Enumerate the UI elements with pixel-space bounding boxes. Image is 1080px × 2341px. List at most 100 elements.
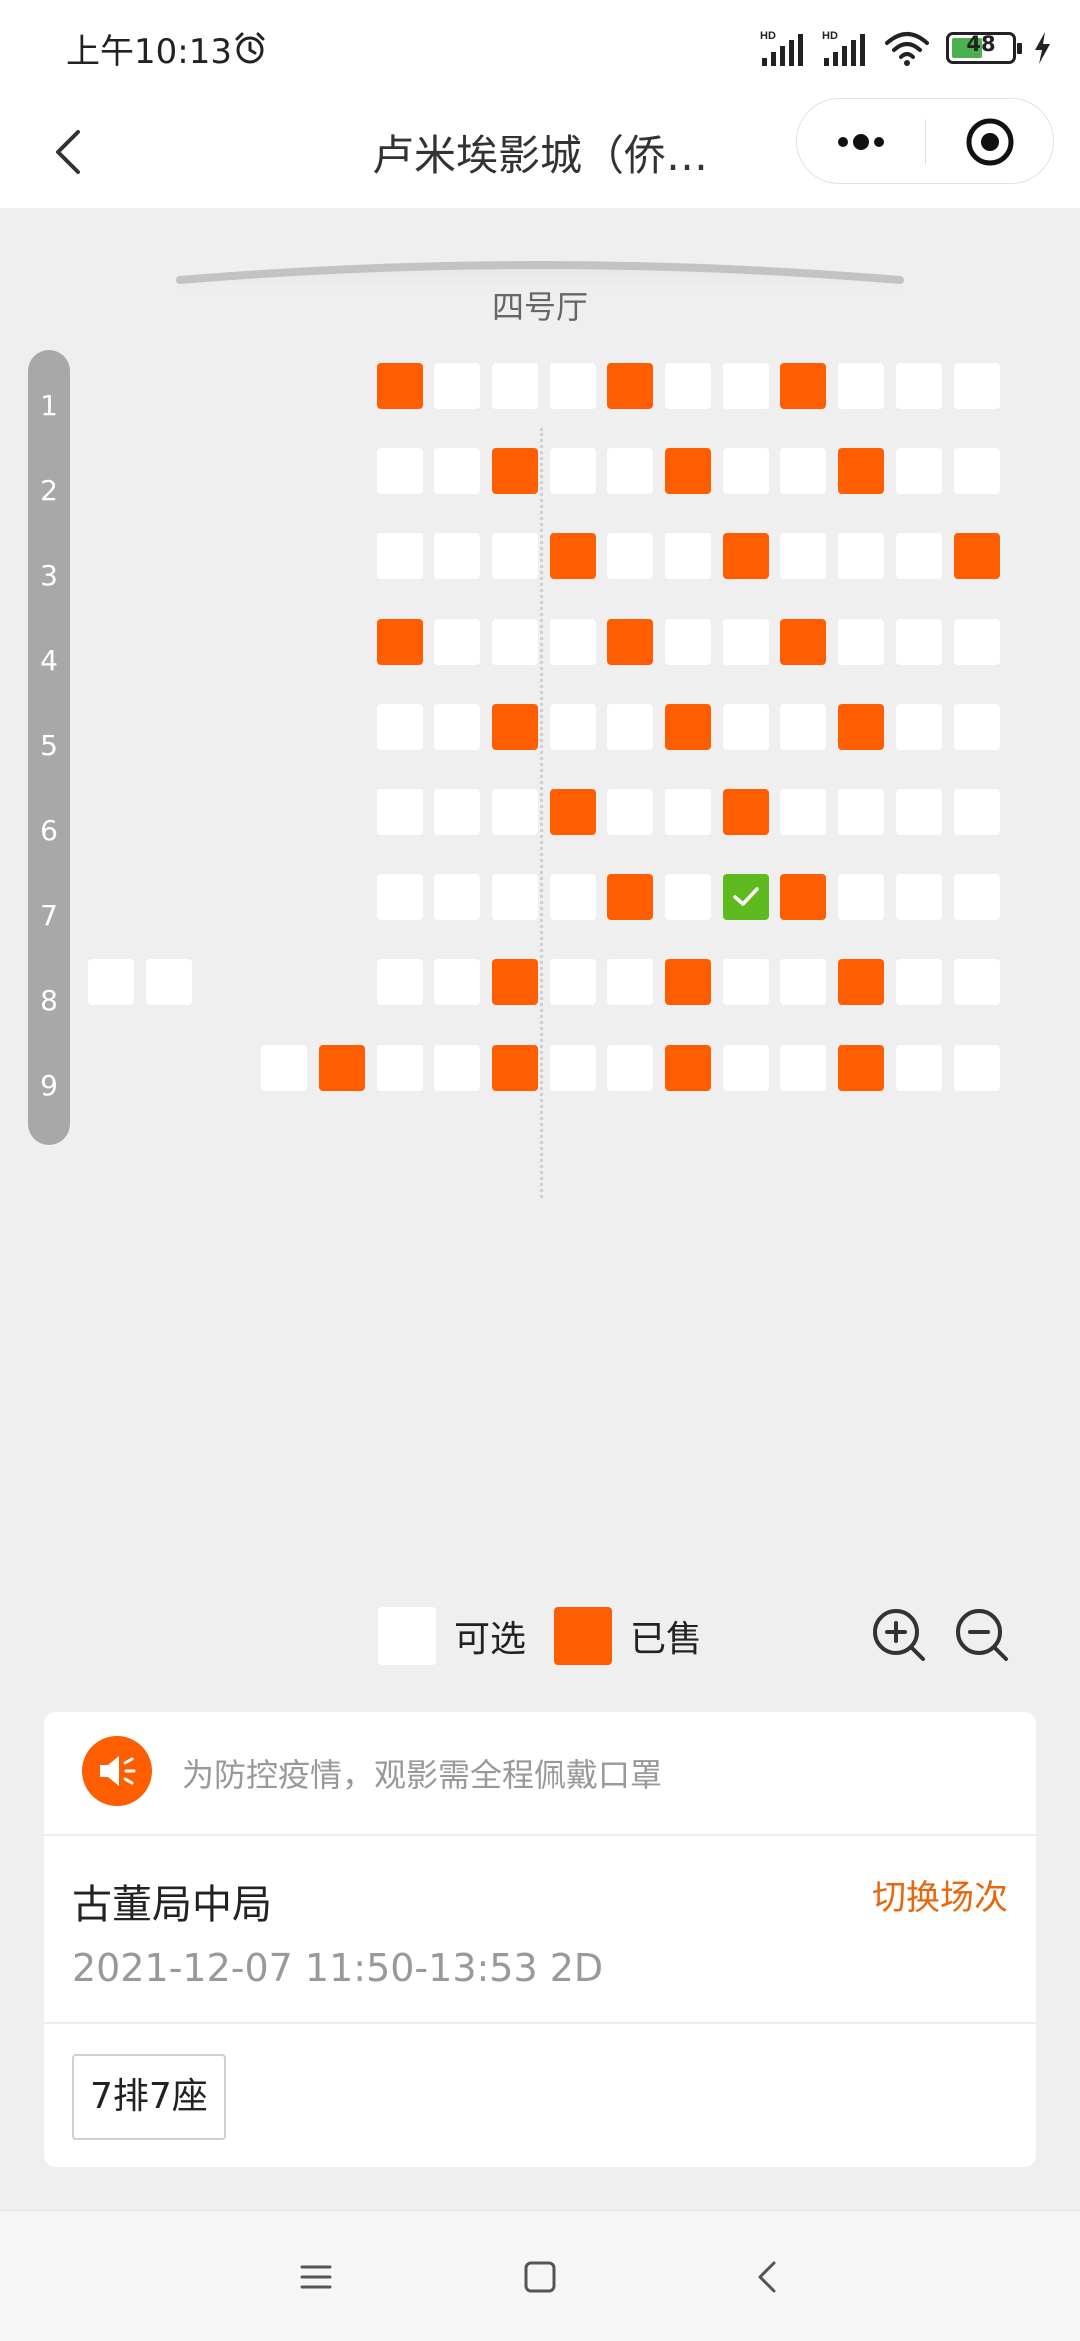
seat-available[interactable] [723, 448, 769, 494]
seat-available[interactable] [492, 874, 538, 920]
seat-available[interactable] [550, 874, 596, 920]
seat-available[interactable] [896, 959, 942, 1005]
seat-available[interactable] [954, 959, 1000, 1005]
seat-available[interactable] [434, 363, 480, 409]
seat-available[interactable] [434, 959, 480, 1005]
home-icon[interactable] [516, 2253, 564, 2301]
seat-available[interactable] [434, 1045, 480, 1091]
seat-available[interactable] [838, 619, 884, 665]
seat-available[interactable] [550, 619, 596, 665]
seat-available[interactable] [665, 533, 711, 579]
seat-sold [492, 1045, 538, 1091]
seat-available[interactable] [780, 704, 826, 750]
seat-available[interactable] [607, 533, 653, 579]
zoom-in-icon[interactable] [870, 1606, 928, 1664]
seat-sold [607, 363, 653, 409]
seat-available[interactable] [434, 704, 480, 750]
seat-available[interactable] [377, 789, 423, 835]
menu-icon[interactable] [292, 2253, 340, 2301]
seat-available[interactable] [665, 363, 711, 409]
seat-sold [954, 533, 1000, 579]
seat-available[interactable] [954, 448, 1000, 494]
seat-available[interactable] [377, 448, 423, 494]
seat-available[interactable] [954, 619, 1000, 665]
seat-available[interactable] [780, 448, 826, 494]
seat-available[interactable] [434, 874, 480, 920]
seat-available[interactable] [896, 533, 942, 579]
more-icon[interactable] [797, 99, 925, 185]
seat-available[interactable] [896, 363, 942, 409]
seat-available[interactable] [377, 533, 423, 579]
svg-text:HD: HD [822, 30, 838, 42]
seat-available[interactable] [954, 1045, 1000, 1091]
seat-available[interactable] [261, 1045, 307, 1091]
row-label: 9 [40, 1069, 58, 1102]
seat-available[interactable] [607, 789, 653, 835]
seat-available[interactable] [665, 619, 711, 665]
seat-available[interactable] [838, 874, 884, 920]
seat-available[interactable] [607, 448, 653, 494]
center-line [540, 428, 543, 1198]
seat-available[interactable] [838, 789, 884, 835]
seat-available[interactable] [607, 1045, 653, 1091]
seat-available[interactable] [377, 959, 423, 1005]
seat-available[interactable] [550, 959, 596, 1005]
seat-available[interactable] [896, 1045, 942, 1091]
legend-sold-label: 已售 [630, 1619, 703, 1660]
seat-available[interactable] [723, 959, 769, 1005]
legend-sold: 已售 [554, 1606, 702, 1666]
seat-available[interactable] [954, 789, 1000, 835]
seat-available[interactable] [550, 363, 596, 409]
seat-available[interactable] [377, 874, 423, 920]
seat-available[interactable] [550, 704, 596, 750]
seat-available[interactable] [146, 959, 192, 1005]
zoom-out-icon[interactable] [953, 1606, 1011, 1664]
seat-available[interactable] [492, 363, 538, 409]
seat-available[interactable] [550, 448, 596, 494]
seat-available[interactable] [838, 363, 884, 409]
seat-available[interactable] [434, 448, 480, 494]
seat-available[interactable] [838, 533, 884, 579]
row-label: 2 [40, 474, 58, 507]
seat-selected[interactable] [723, 874, 769, 920]
seat-available[interactable] [780, 1045, 826, 1091]
switch-showtime-link[interactable]: 切换场次 [872, 1870, 1008, 1919]
seat-available[interactable] [723, 1045, 769, 1091]
seat-available[interactable] [492, 789, 538, 835]
seat-available[interactable] [665, 789, 711, 835]
seat-sold [319, 1045, 365, 1091]
selected-seat-tag[interactable]: 7排7座 [72, 2054, 226, 2140]
seat-available[interactable] [434, 533, 480, 579]
seat-available[interactable] [88, 959, 134, 1005]
seat-available[interactable] [896, 789, 942, 835]
seat-available[interactable] [377, 704, 423, 750]
back-icon[interactable] [744, 2253, 792, 2301]
seat-available[interactable] [954, 704, 1000, 750]
seat-available[interactable] [723, 619, 769, 665]
seat-available[interactable] [492, 619, 538, 665]
seat-available[interactable] [780, 789, 826, 835]
seat-available[interactable] [665, 874, 711, 920]
seat-available[interactable] [723, 704, 769, 750]
seat-sold [377, 363, 423, 409]
seat-available[interactable] [492, 533, 538, 579]
close-icon[interactable] [926, 99, 1054, 185]
seat-available[interactable] [896, 874, 942, 920]
wifi-icon [885, 32, 929, 66]
charging-icon [1035, 32, 1050, 64]
seat-available[interactable] [434, 619, 480, 665]
sold-swatch [554, 1607, 612, 1665]
seat-available[interactable] [434, 789, 480, 835]
seat-available[interactable] [896, 704, 942, 750]
seat-available[interactable] [723, 363, 769, 409]
seat-available[interactable] [550, 1045, 596, 1091]
seat-available[interactable] [954, 874, 1000, 920]
seat-available[interactable] [607, 704, 653, 750]
seat-available[interactable] [896, 448, 942, 494]
seat-available[interactable] [780, 533, 826, 579]
seat-available[interactable] [780, 959, 826, 1005]
seat-available[interactable] [954, 363, 1000, 409]
seat-available[interactable] [896, 619, 942, 665]
seat-available[interactable] [377, 1045, 423, 1091]
seat-available[interactable] [607, 959, 653, 1005]
